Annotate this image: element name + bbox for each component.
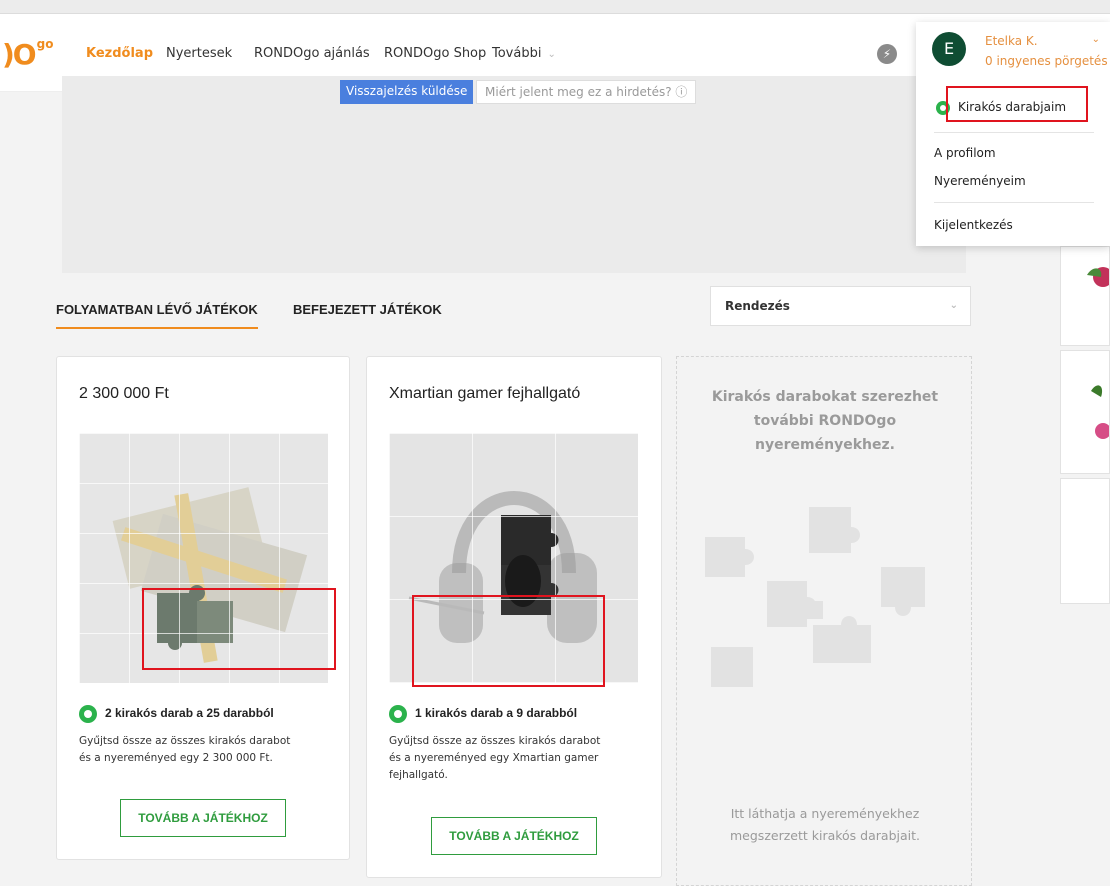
progress-text: 1 kirakós darab a 9 darabból	[415, 706, 578, 721]
progress-text: 2 kirakós darab a 25 darabból	[105, 706, 274, 721]
free-spins-count: 0 ingyenes pörgetés	[985, 54, 1108, 68]
menu-winnings[interactable]: Nyereményeim	[934, 174, 1026, 188]
nav-winners[interactable]: Nyertesek	[166, 46, 232, 61]
nav-home[interactable]: Kezdőlap	[86, 46, 153, 61]
nav-shop[interactable]: RONDOgo Shop	[384, 46, 486, 61]
flower-image	[1091, 385, 1110, 439]
side-prize-card[interactable]	[1060, 350, 1110, 474]
placeholder-info: Kirakós darabokat szerezhet további ROND…	[711, 389, 939, 453]
menu-divider	[934, 132, 1094, 133]
chevron-down-icon[interactable]: ⌄	[1092, 34, 1100, 45]
menu-profile[interactable]: A profilom	[934, 146, 996, 160]
card-description: Gyűjtsd össze az összes kirakós darabot …	[389, 735, 601, 781]
chevron-down-icon: ⌄	[547, 49, 556, 60]
user-name[interactable]: Etelka K.	[985, 34, 1038, 48]
ad-feedback-button[interactable]: Visszajelzés küldése	[340, 80, 474, 104]
ad-placeholder	[62, 76, 966, 273]
menu-divider	[934, 202, 1094, 203]
placeholder-footer: Itt láthatja a nyereményekhez megszerzet…	[730, 806, 920, 843]
more-pieces-placeholder: Kirakós darabokat szerezhet további ROND…	[676, 356, 972, 886]
ad-why-link[interactable]: Miért jelent meg ez a hirdetés? ⓘ	[476, 80, 697, 104]
nav-more-label: További	[492, 46, 542, 61]
browser-top-strip	[0, 0, 1110, 14]
highlight-box	[946, 86, 1088, 122]
flower-image	[1087, 267, 1110, 287]
avatar[interactable]: E	[932, 32, 966, 66]
card-title: 2 300 000 Ft	[79, 385, 169, 402]
continue-game-button[interactable]: TOVÁBB A JÁTÉKHOZ	[431, 817, 597, 855]
side-prize-card[interactable]	[1060, 478, 1110, 604]
sort-select[interactable]: Rendezés ⌄	[710, 286, 971, 326]
progress-ring-icon	[389, 705, 407, 723]
highlight-box	[142, 588, 336, 670]
menu-logout[interactable]: Kijelentkezés	[934, 218, 1013, 232]
puzzle-pieces-icon	[705, 507, 925, 687]
lightning-icon[interactable]: ⚡	[877, 44, 897, 64]
continue-game-button[interactable]: TOVÁBB A JÁTÉKHOZ	[120, 799, 286, 837]
rondogo-logo[interactable]: )O go	[2, 37, 53, 71]
card-title: Xmartian gamer fejhallgató	[389, 385, 581, 402]
nav-referral[interactable]: RONDOgo ajánlás	[254, 46, 370, 61]
side-prize-card[interactable]	[1060, 246, 1110, 346]
tab-finished[interactable]: BEFEJEZETT JÁTÉKOK	[293, 302, 442, 317]
progress-ring-icon	[79, 705, 97, 723]
piece-progress: 2 kirakós darab a 25 darabból	[79, 705, 274, 723]
user-menu-dropdown: E Etelka K. ⌄ 0 ingyenes pörgetés Kirakó…	[916, 22, 1110, 246]
sort-label: Rendezés	[725, 299, 790, 313]
tab-in-progress[interactable]: FOLYAMATBAN LÉVŐ JÁTÉKOK	[56, 302, 258, 329]
piece-progress: 1 kirakós darab a 9 darabból	[389, 705, 577, 723]
highlight-box	[412, 595, 605, 687]
nav-more[interactable]: További ⌄	[492, 46, 556, 61]
card-description: Gyűjtsd össze az összes kirakós darabot …	[79, 735, 291, 764]
chevron-down-icon: ⌄	[949, 300, 958, 311]
